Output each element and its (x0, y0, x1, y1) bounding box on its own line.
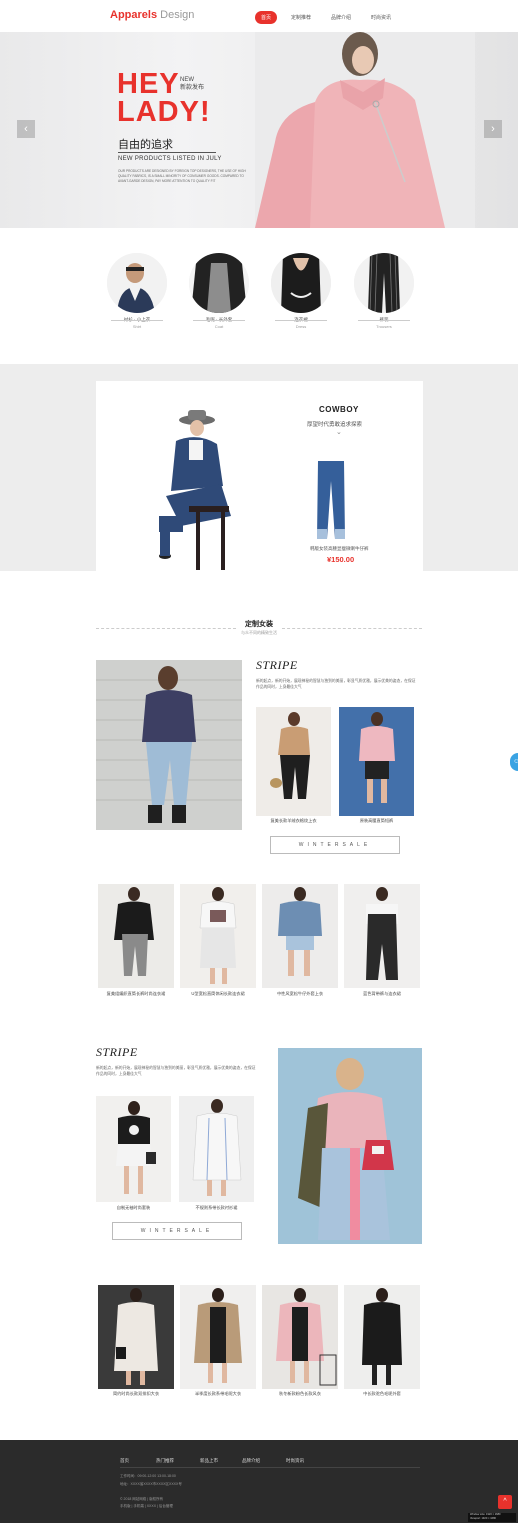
new-tag: NEW 新款发布 (180, 76, 204, 92)
product-caption[interactable]: 半季度长款系带毛呢大衣 (178, 1391, 258, 1397)
banner-prev-arrow[interactable]: ‹ (17, 120, 35, 138)
product-photo[interactable] (180, 884, 256, 988)
stripe-item-photo[interactable] (339, 707, 414, 816)
product-caption[interactable]: 中长款驼色毛呢外套 (342, 1391, 422, 1397)
banner-description: OUR PRODUCTS ARE DESIGNED BY FOREIGN TOP… (118, 169, 246, 183)
main-nav: 首页 定制推荐 品牌介绍 时尚资讯 (255, 11, 397, 24)
badge-line-2: Viewport: 1920 × 1680 (470, 1517, 496, 1520)
category-label-en: Trousers (376, 324, 392, 329)
stripe-description: 新的起点，新的开始，展现神秘的智慧与独到的美丽，彰显气质优雅，展示优美的姿态，在… (96, 1066, 256, 1076)
new-tag-en: NEW (180, 77, 194, 83)
category-label-en: Dress (295, 324, 307, 329)
winter-sale-button[interactable]: WINTERSALE (270, 836, 400, 854)
product-photo[interactable] (180, 1285, 256, 1389)
winter-sale-button[interactable]: WINTERSALE (112, 1222, 242, 1240)
banner-subtitle: 自由的追求 (118, 139, 173, 151)
chat-icon[interactable]: ☺ (510, 753, 518, 771)
chevron-down-icon: ⌄ (336, 429, 342, 436)
window-size-badge: Window size: 1920 × 1680 Viewport: 1920 … (468, 1513, 516, 1522)
product-caption[interactable]: 复美组编织直筒长裤时尚连衣裙 (96, 991, 176, 997)
top-header: Apparels Design 首页 定制推荐 品牌介绍 时尚资讯 (0, 0, 518, 32)
nav-brand[interactable]: 品牌介绍 (325, 11, 357, 24)
product-photo[interactable] (98, 1285, 174, 1389)
footer-nav-new[interactable]: 新品上市 (200, 1458, 218, 1464)
stripe-main-photo[interactable] (278, 1048, 422, 1244)
category-image (354, 253, 414, 313)
footer-hours: 工作时间：09:00-12:00 13:00-18:00 (120, 1474, 176, 1478)
product-caption[interactable]: 中性风宽松牛仔外套上衣 (260, 991, 340, 997)
page-footer (0, 1440, 518, 1523)
banner-next-arrow[interactable]: › (484, 120, 502, 138)
banner-divider (118, 152, 216, 153)
footer-nav-brand[interactable]: 品牌介绍 (242, 1458, 260, 1464)
stripe-main-photo[interactable] (96, 660, 242, 830)
footer-address: 地址：XXXX省XXXX市XXXX区XXXX号 (120, 1482, 182, 1486)
category-divider (193, 320, 245, 321)
product-photo[interactable] (98, 884, 174, 988)
hero-banner: HEY LADY! NEW 新款发布 自由的追求 NEW PRODUCTS LI… (0, 32, 518, 228)
logo-text-primary: Apparels (110, 9, 158, 21)
product-caption[interactable]: 简约时尚长款双排扣大衣 (96, 1391, 176, 1397)
category-divider (111, 320, 163, 321)
category-image (107, 253, 167, 313)
category-image (189, 253, 249, 313)
category-label-en: Shirt (132, 324, 142, 329)
nav-home[interactable]: 首页 (255, 11, 278, 24)
banner-new-products: NEW PRODUCTS LISTED IN JULY (118, 156, 222, 162)
footer-nav-hot[interactable]: 热门推荐 (156, 1458, 174, 1464)
stripe-item-caption[interactable]: 不规则系带长款衬衫裙 (179, 1205, 254, 1211)
category-coat[interactable]: 毛呢 · 长外套 Coat (189, 253, 249, 329)
stripe-item-caption[interactable]: 复美长款羊绒衣格纹上衣 (256, 818, 331, 824)
footer-nav-news[interactable]: 时尚资讯 (286, 1458, 304, 1464)
footer-copyright: © 2018 网站网络 | 版权所有 (120, 1497, 164, 1501)
product-photo[interactable] (262, 1285, 338, 1389)
product-photo[interactable] (262, 884, 338, 988)
stripe-item-photo[interactable] (96, 1096, 171, 1202)
product-caption[interactable]: U型宽松直筒休闲长款连衣裙 (178, 991, 258, 997)
banner-model-image (255, 32, 475, 228)
category-trousers[interactable]: 裤装 Trousers (354, 253, 414, 329)
category-shirt[interactable]: 衬衫 · 小上衣 Shirt (107, 253, 167, 329)
logo-text-secondary: Design (160, 9, 195, 21)
stripe-title: STRIPE (256, 658, 298, 672)
promo-model-image (159, 410, 231, 570)
stripe-title: STRIPE (96, 1045, 138, 1059)
promo-price: ¥150.00 (327, 555, 355, 564)
stripe-item-photo[interactable] (179, 1096, 254, 1202)
product-caption[interactable]: 秋冬新款粉色长款风衣 (260, 1391, 340, 1397)
category-dress[interactable]: 连衣裙 Dress (271, 253, 331, 329)
product-caption[interactable]: 蓝色背带裤与连衣裙 (342, 991, 422, 997)
promo-product-name[interactable]: 韩版女装高腰显瘦微喇牛仔裤 (310, 546, 369, 552)
promo-jeans-image (317, 461, 345, 539)
stripe-item-photo[interactable] (256, 707, 331, 816)
promo-card (96, 381, 423, 571)
site-logo[interactable]: Apparels Design (110, 9, 194, 21)
category-divider (358, 320, 410, 321)
stripe-item-caption[interactable]: 原装高腰直筒短裤 (339, 818, 414, 824)
banner-headline-line2: LADY! (117, 96, 211, 128)
footer-divider (120, 1467, 420, 1468)
footer-links[interactable]: 手机版 | 手机端 | XXXX | 后台管理 (120, 1504, 173, 1509)
category-divider (275, 320, 327, 321)
section-subtitle: 与众不同的精致生活 (241, 630, 277, 635)
section-title: 定制女装 (245, 621, 273, 628)
promo-title: COWBOY (319, 405, 359, 414)
footer-nav-home[interactable]: 首页 (120, 1458, 129, 1464)
new-tag-cn: 新款发布 (180, 85, 205, 91)
stripe-item-caption[interactable]: 自制无袖时尚套装 (96, 1205, 171, 1211)
back-to-top-button[interactable]: ^ (498, 1495, 512, 1509)
product-photo[interactable] (344, 1285, 420, 1389)
category-label-en: Coat (214, 324, 224, 329)
nav-recommend[interactable]: 定制推荐 (285, 11, 317, 24)
category-image (271, 253, 331, 313)
product-photo[interactable] (344, 884, 420, 988)
nav-news[interactable]: 时尚资讯 (365, 11, 397, 24)
stripe-description: 新的起点，新的开始，展现神秘的智慧与独到的美丽，彰显气质优雅，展示优美的姿态，在… (256, 679, 416, 689)
promo-subtitle: 厚望时代勇敢追求探索 (307, 422, 363, 428)
